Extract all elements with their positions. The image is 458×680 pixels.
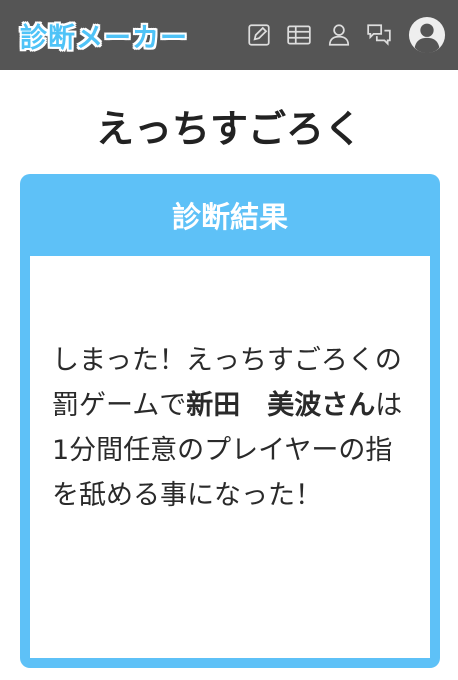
table-icon[interactable] — [284, 20, 314, 50]
header-nav — [234, 16, 446, 54]
edit-icon[interactable] — [244, 20, 274, 50]
chat-icon[interactable] — [364, 20, 394, 50]
avatar-icon[interactable] — [408, 16, 446, 54]
site-header: 診断メーカー — [0, 0, 458, 70]
result-heading: 診断結果 — [171, 200, 288, 234]
result-name: 新田 美波さん — [186, 390, 376, 421]
page-title: えっちすごろく — [95, 107, 362, 151]
site-logo[interactable]: 診断メーカー — [20, 16, 188, 55]
result-card: 診断結果 しまった！えっちすごろくの罰ゲームで新田 美波さんは1分間任意のプレイ… — [20, 174, 440, 668]
user-icon[interactable] — [324, 20, 354, 50]
result-text: しまった！えっちすごろくの罰ゲームで新田 美波さんは1分間任意のプレイヤーの指を… — [30, 256, 430, 658]
